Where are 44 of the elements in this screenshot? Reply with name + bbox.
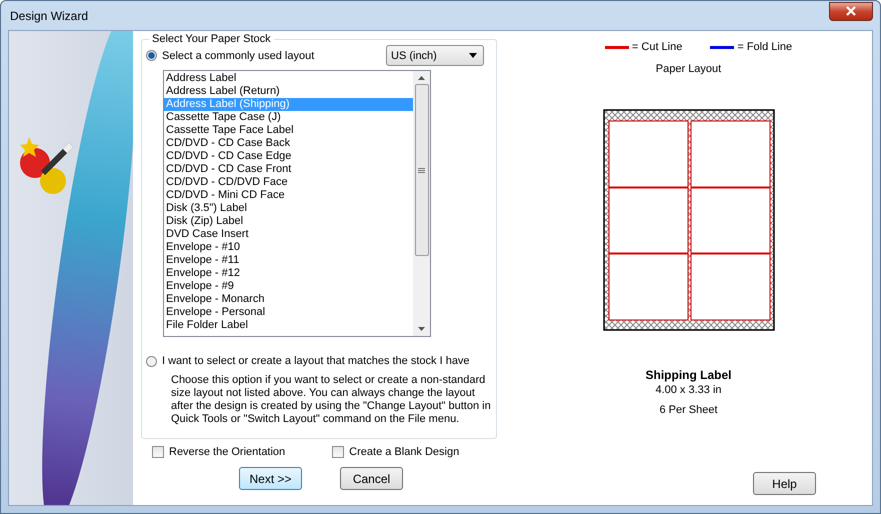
close-icon [845, 6, 857, 16]
cancel-button[interactable]: Cancel [340, 467, 403, 490]
layout-list-item[interactable]: CD/DVD - CD/DVD Face [164, 176, 413, 189]
layout-list-item[interactable]: Envelope - Monarch [164, 293, 413, 306]
layout-list-item[interactable]: Envelope - #12 [164, 267, 413, 280]
label-size: 4.00 x 3.33 in [654, 383, 723, 398]
labels-per-sheet: 6 Per Sheet [658, 403, 719, 418]
legend-label: = Cut Line [632, 41, 682, 53]
option-checkbox[interactable]: Reverse the Orientation [152, 446, 286, 458]
label-name: Shipping Label [646, 368, 732, 383]
layout-list-item[interactable]: Disk (Zip) Label [164, 215, 413, 228]
layout-list-item[interactable]: Address Label (Return) [164, 85, 413, 98]
option-description: Choose this option if you want to select or create a non-standard size layout not listed above. You can always change the layout after the design is created by using the "Change Layout" button in Quick Tools or "Switch Layout" command on the File menu. [171, 374, 491, 426]
grip-icon [418, 168, 425, 172]
layout-list-item[interactable]: DVD Case Insert [164, 228, 413, 241]
units-dropdown[interactable]: US (inch) [386, 45, 484, 66]
layout-list-item[interactable]: File Folder Label [164, 319, 413, 332]
scroll-down-icon [418, 327, 425, 331]
close-button[interactable] [829, 2, 873, 20]
layout-list-item[interactable]: Disk (3.5") Label [164, 202, 413, 215]
layout-list-item[interactable]: Envelope - #11 [164, 254, 413, 267]
layout-list-item[interactable]: Cassette Tape Face Label [164, 124, 413, 137]
help-button[interactable]: Help [753, 472, 816, 495]
layout-list-item[interactable]: CD/DVD - CD Case Back [164, 137, 413, 150]
layout-list-item[interactable]: Envelope - #9 [164, 280, 413, 293]
legend-label: = Fold Line [737, 41, 792, 53]
layout-list-item[interactable]: CD/DVD - Mini CD Face [164, 189, 413, 202]
layout-list-item[interactable]: Envelope - Personal [164, 306, 413, 319]
layout-option-radio[interactable]: Select a commonly used layout [146, 50, 314, 62]
layout-list-item[interactable]: CD/DVD - CD Case Edge [164, 150, 413, 163]
layout-list-item[interactable]: Cassette Tape Case (J) [164, 111, 413, 124]
option-checkbox[interactable]: Create a Blank Design [332, 446, 460, 458]
next-button[interactable]: Next >> [239, 467, 302, 490]
scroll-up-icon [418, 76, 425, 80]
window-title: Design Wizard [9, 8, 88, 22]
preview-title: Paper Layout [656, 63, 722, 75]
layout-list-item[interactable]: CD/DVD - CD Case Front [164, 163, 413, 176]
group-title: Select Your Paper Stock [151, 33, 272, 45]
scrollbar-thumb[interactable] [414, 84, 428, 256]
custom-layout-radio[interactable]: I want to select or create a layout that matches the stock I have [146, 355, 470, 367]
layout-list-item[interactable]: Address Label [164, 72, 413, 85]
scrollbar[interactable] [413, 71, 430, 336]
caret-icon [469, 53, 477, 58]
layout-list-item[interactable]: Envelope - #10 [164, 241, 413, 254]
